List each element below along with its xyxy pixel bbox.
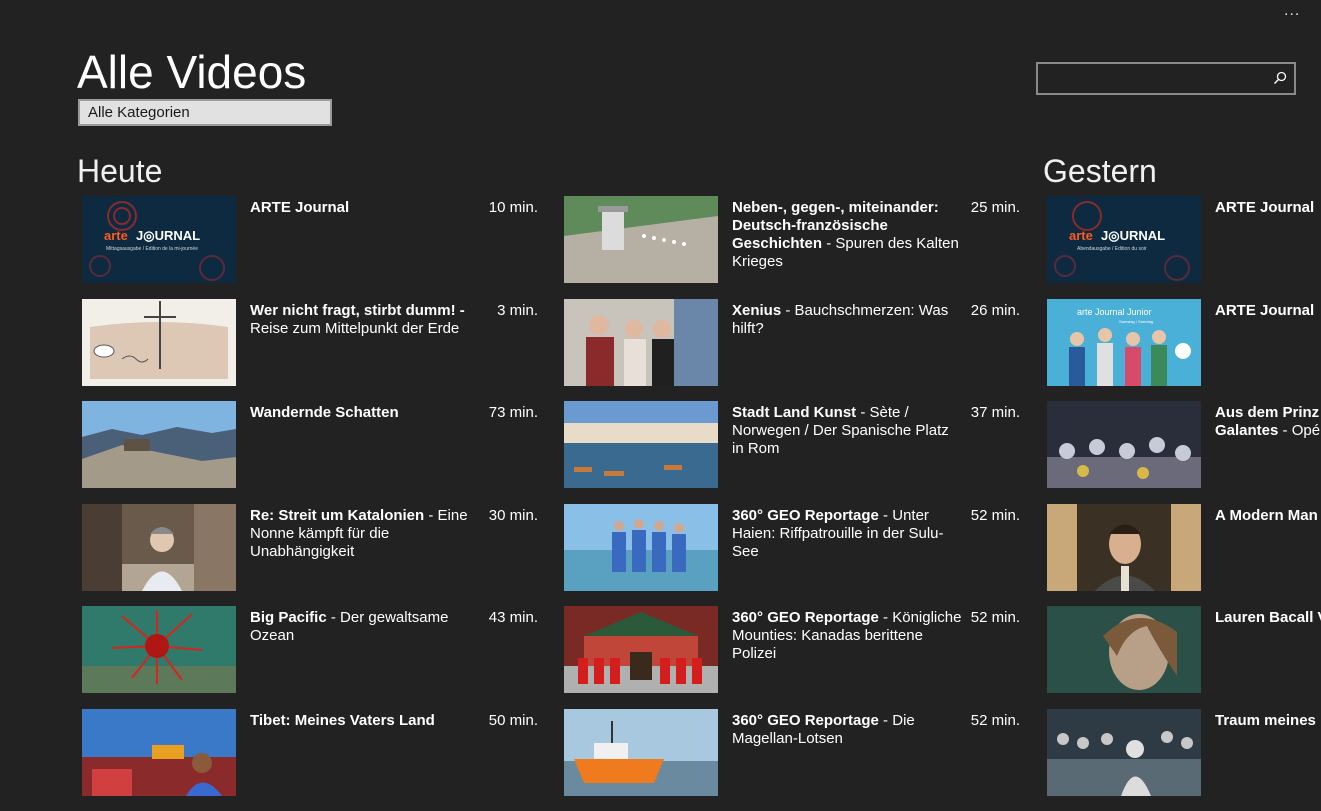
svg-text:arte: arte xyxy=(1069,228,1093,243)
video-thumbnail[interactable] xyxy=(564,708,718,796)
video-thumbnail[interactable] xyxy=(82,708,236,796)
video-thumbnail[interactable] xyxy=(1047,708,1201,796)
video-title: Big Pacific xyxy=(250,609,327,626)
video-duration: 73 min. xyxy=(488,404,538,421)
video-item[interactable]: Lauren Bacall Verführerin xyxy=(1047,606,1321,693)
video-thumbnail[interactable] xyxy=(564,606,718,693)
video-duration: 30 min. xyxy=(488,506,538,524)
video-item[interactable]: arte Journal Junior Samstag / Sonntag AR… xyxy=(1047,298,1321,386)
video-title: Lauren Bacall Verführerin xyxy=(1215,609,1321,626)
video-title: Stadt Land Kunst xyxy=(732,404,857,421)
video-title: 360° GEO Reportage xyxy=(732,609,879,626)
search-input[interactable] xyxy=(1036,62,1296,95)
video-thumbnail[interactable] xyxy=(82,401,236,488)
video-title: ARTE Journal xyxy=(1215,199,1315,216)
video-duration: 52 min. xyxy=(970,506,1020,524)
video-thumbnail[interactable] xyxy=(1047,401,1201,488)
video-duration: 52 min. xyxy=(970,609,1020,626)
video-title: Xenius xyxy=(732,301,782,319)
video-duration: 10 min. xyxy=(488,199,538,216)
video-item[interactable]: arte J◎URNAL Abendausgabe / Edition du s… xyxy=(1047,196,1321,283)
video-duration: 26 min. xyxy=(970,301,1020,319)
video-thumbnail[interactable] xyxy=(564,298,718,386)
video-thumbnail[interactable] xyxy=(82,606,236,693)
video-title: Re: Streit um Katalonien xyxy=(250,506,425,524)
video-title: Traum meines xyxy=(1215,711,1316,729)
video-duration: 3 min. xyxy=(497,301,538,319)
video-thumbnail[interactable] xyxy=(564,196,718,283)
video-title: 360° GEO Reportage xyxy=(732,506,879,524)
video-thumbnail[interactable] xyxy=(1047,606,1201,693)
svg-text:J◎URNAL: J◎URNAL xyxy=(136,228,200,243)
video-thumbnail[interactable] xyxy=(564,503,718,591)
video-duration: 43 min. xyxy=(488,609,538,626)
section-header-gestern: Gestern xyxy=(1043,153,1157,189)
svg-text:arte Journal Junior: arte Journal Junior xyxy=(1077,307,1152,317)
video-duration: 37 min. xyxy=(970,404,1020,421)
video-list-gestern: arte J◎URNAL Abendausgabe / Edition du s… xyxy=(1047,196,1321,810)
video-item[interactable]: Traum meines xyxy=(1047,708,1321,796)
video-title: A Modern Man xyxy=(1215,506,1318,524)
video-title: Wer nicht fragt, stirbt dumm! - xyxy=(250,301,465,319)
more-options-button[interactable]: ... xyxy=(1284,2,1300,20)
video-duration: 25 min. xyxy=(970,199,1020,216)
video-duration: 50 min. xyxy=(488,711,538,729)
video-thumbnail[interactable]: arte J◎URNAL Abendausgabe / Edition du s… xyxy=(1047,196,1201,283)
page-title: Alle Videos xyxy=(77,46,307,98)
svg-text:Abendausgabe / Edition du soir: Abendausgabe / Edition du soir xyxy=(1077,246,1147,252)
video-duration: 52 min. xyxy=(970,711,1020,729)
svg-text:J◎URNAL: J◎URNAL xyxy=(1101,228,1165,243)
video-subtitle: Reise zum Mittelpunkt der Erde xyxy=(250,319,460,337)
video-title: ARTE Journal xyxy=(250,199,350,216)
video-thumbnail[interactable] xyxy=(564,401,718,488)
search-icon[interactable] xyxy=(1273,71,1287,85)
svg-text:Mittagsausgabe / Edition de la: Mittagsausgabe / Edition de la mi-journé… xyxy=(106,246,198,252)
video-title: Tibet: Meines Vaters Land xyxy=(250,711,435,729)
video-thumbnail[interactable] xyxy=(1047,503,1201,591)
video-item[interactable]: A Modern Man xyxy=(1047,503,1321,591)
video-title: 360° GEO Reportage xyxy=(732,711,879,729)
section-header-heute: Heute xyxy=(77,153,163,189)
video-thumbnail[interactable]: arte J◎URNAL Mittagsausgabe / Edition de… xyxy=(82,196,236,283)
video-thumbnail[interactable]: arte Journal Junior Samstag / Sonntag xyxy=(1047,298,1201,386)
video-title: Wandernde Schatten xyxy=(250,404,399,421)
category-dropdown[interactable]: Alle Kategorien xyxy=(78,99,332,126)
video-title: ARTE Journal xyxy=(1215,301,1315,319)
video-subtitle: Opé Aufzügen mit ei xyxy=(1291,422,1321,439)
svg-text:Samstag / Sonntag: Samstag / Sonntag xyxy=(1119,319,1153,324)
video-thumbnail[interactable] xyxy=(82,298,236,386)
svg-text:arte: arte xyxy=(104,228,128,243)
video-thumbnail[interactable] xyxy=(82,503,236,591)
video-item[interactable]: Aus dem Prinz in München: L Galantes - O… xyxy=(1047,401,1321,488)
